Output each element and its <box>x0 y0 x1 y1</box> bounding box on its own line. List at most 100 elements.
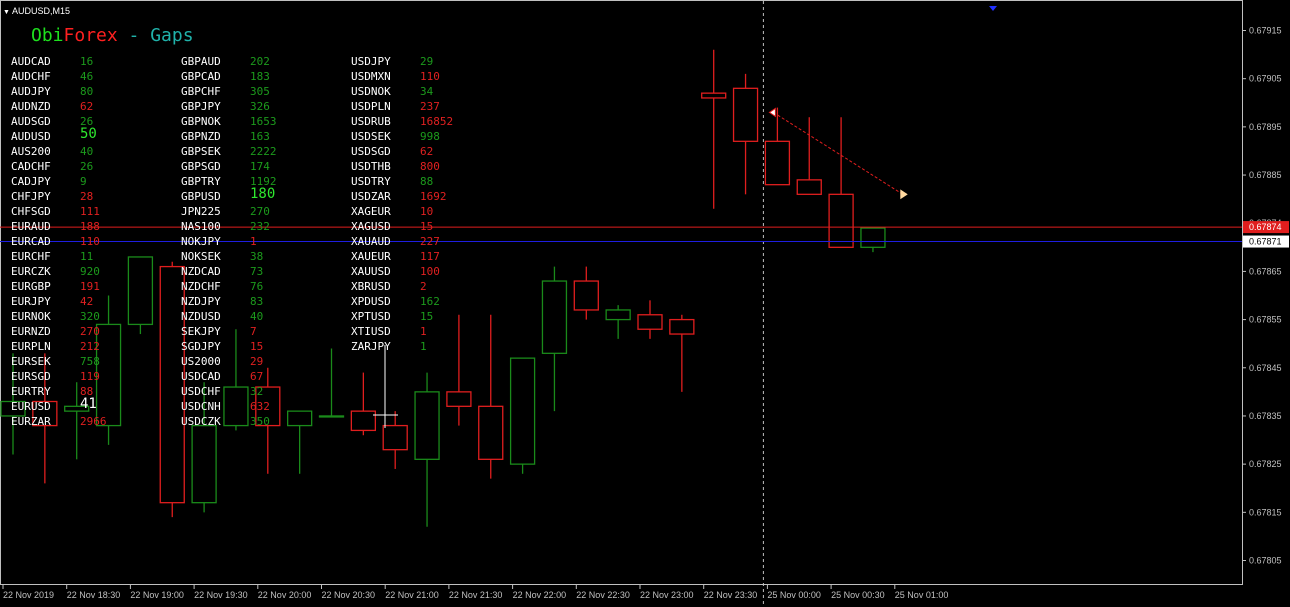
candle <box>127 256 154 335</box>
gap-value: 11 <box>80 250 94 263</box>
candle-body <box>191 424 217 504</box>
gap-value: 15 <box>250 340 264 353</box>
gap-value: 67 <box>250 370 264 383</box>
symbol-name: AUDNZD <box>11 100 51 113</box>
symbol-name: NZDCHF <box>181 280 221 293</box>
symbol-name: CADJPY <box>11 175 51 188</box>
price-tick-label: 0.67865 <box>1249 266 1282 276</box>
gap-value: 1692 <box>420 190 447 203</box>
chart-title-bar[interactable]: ▼ AUDUSD,M15 <box>3 5 70 19</box>
symbol-name: USDNOK <box>351 85 391 98</box>
gap-value: 1 <box>250 235 257 248</box>
price-tick-label: 0.67825 <box>1249 459 1282 469</box>
candle-body <box>350 410 377 432</box>
symbol-name: EURCAD <box>11 235 51 248</box>
gap-value: 16 <box>80 55 94 68</box>
candle-body <box>541 280 568 354</box>
symbol-name: XPDUSD <box>351 295 391 308</box>
gap-value: 2966 <box>80 415 107 428</box>
symbol-name: JPN225 <box>181 205 221 218</box>
symbol-name: USDTHB <box>351 160 391 173</box>
candle-body <box>732 87 759 142</box>
gap-value: 920 <box>80 265 100 278</box>
gap-value: 232 <box>250 220 270 233</box>
candle-body <box>223 386 249 427</box>
candle <box>701 49 727 209</box>
symbol-name: XPTUSD <box>351 310 391 323</box>
candle <box>605 305 631 339</box>
candle <box>828 117 854 248</box>
price-tick-label: 0.67815 <box>1249 507 1282 517</box>
gap-value: 111 <box>80 205 100 218</box>
gap-value: 7 <box>250 325 257 338</box>
time-tick-label: 25 Nov 01:00 <box>895 590 949 600</box>
candle-body <box>95 323 122 427</box>
time-tick-label: 22 Nov 2019 <box>3 590 54 600</box>
gap-value: 46 <box>80 70 94 83</box>
gap-start-marker-icon <box>768 107 776 118</box>
time-tick-label: 22 Nov 21:30 <box>449 590 503 600</box>
gap-value: 1653 <box>250 115 277 128</box>
gap-value: 174 <box>250 160 270 173</box>
gap-value: 212 <box>80 340 100 353</box>
candle-body <box>605 309 631 321</box>
price-tick-label: 0.67895 <box>1249 122 1282 132</box>
symbol-name: NOKSEK <box>181 250 221 263</box>
time-tick-label: 22 Nov 22:00 <box>513 590 567 600</box>
candle <box>414 372 440 527</box>
symbol-name: EURCHF <box>11 250 51 263</box>
gap-value: 202 <box>250 55 270 68</box>
gap-trend-line[interactable] <box>773 111 904 195</box>
symbol-name: EURGBP <box>11 280 51 293</box>
symbol-name: XAUEUR <box>351 250 391 263</box>
price-tick-label: 0.67905 <box>1249 74 1282 84</box>
symbol-name: AUS200 <box>11 145 51 158</box>
symbol-name: SEKJPY <box>181 325 221 338</box>
candle-body <box>573 280 599 311</box>
time-tick-label: 22 Nov 20:00 <box>258 590 312 600</box>
symbol-name: EURJPY <box>11 295 51 308</box>
gap-value: 62 <box>80 100 94 113</box>
time-tick-label: 22 Nov 23:30 <box>704 590 758 600</box>
symbol-name: GBPSEK <box>181 145 221 158</box>
candle-body <box>701 92 727 99</box>
gap-value: 350 <box>250 415 270 428</box>
candle <box>860 227 886 253</box>
gap-value: 28 <box>80 190 94 203</box>
symbol-name: AUDCAD <box>11 55 51 68</box>
symbol-name: USDCHF <box>181 385 221 398</box>
gap-value: 62 <box>420 145 434 158</box>
dropdown-triangle-icon[interactable]: ▼ <box>3 9 10 16</box>
candle <box>509 357 536 474</box>
gap-value: 50 <box>80 126 97 142</box>
chart-shift-triangle-icon[interactable] <box>989 6 997 11</box>
symbol-name: NZDJPY <box>181 295 221 308</box>
symbol-name: XTIUSD <box>351 325 391 338</box>
gap-value: 10 <box>420 205 434 218</box>
gap-value: 758 <box>80 355 100 368</box>
gap-value: 2222 <box>250 145 277 158</box>
symbol-name: EURUSD <box>11 400 51 413</box>
candle-body <box>478 405 504 460</box>
candle <box>446 314 472 426</box>
candle <box>541 266 568 412</box>
candle-body <box>764 140 791 186</box>
time-tick-label: 25 Nov 00:00 <box>767 590 821 600</box>
symbol-name: EURNOK <box>11 310 51 323</box>
symbol-name: EURTRY <box>11 385 51 398</box>
indicator-title-gaps: - Gaps <box>117 25 194 46</box>
symbol-name: US2000 <box>181 355 221 368</box>
gap-value: 110 <box>80 235 100 248</box>
gap-value: 76 <box>250 280 264 293</box>
candle <box>350 372 377 436</box>
gap-value: 32 <box>250 385 264 398</box>
symbol-name: EURAUD <box>11 220 51 233</box>
symbol-name: GBPAUD <box>181 55 221 68</box>
candle <box>669 314 695 392</box>
gap-value: 40 <box>80 145 94 158</box>
gap-value: 1 <box>420 325 427 338</box>
gap-value: 15 <box>420 220 434 233</box>
symbol-name: GBPUSD <box>181 190 221 203</box>
gap-value: 191 <box>80 280 100 293</box>
candle <box>637 300 663 339</box>
